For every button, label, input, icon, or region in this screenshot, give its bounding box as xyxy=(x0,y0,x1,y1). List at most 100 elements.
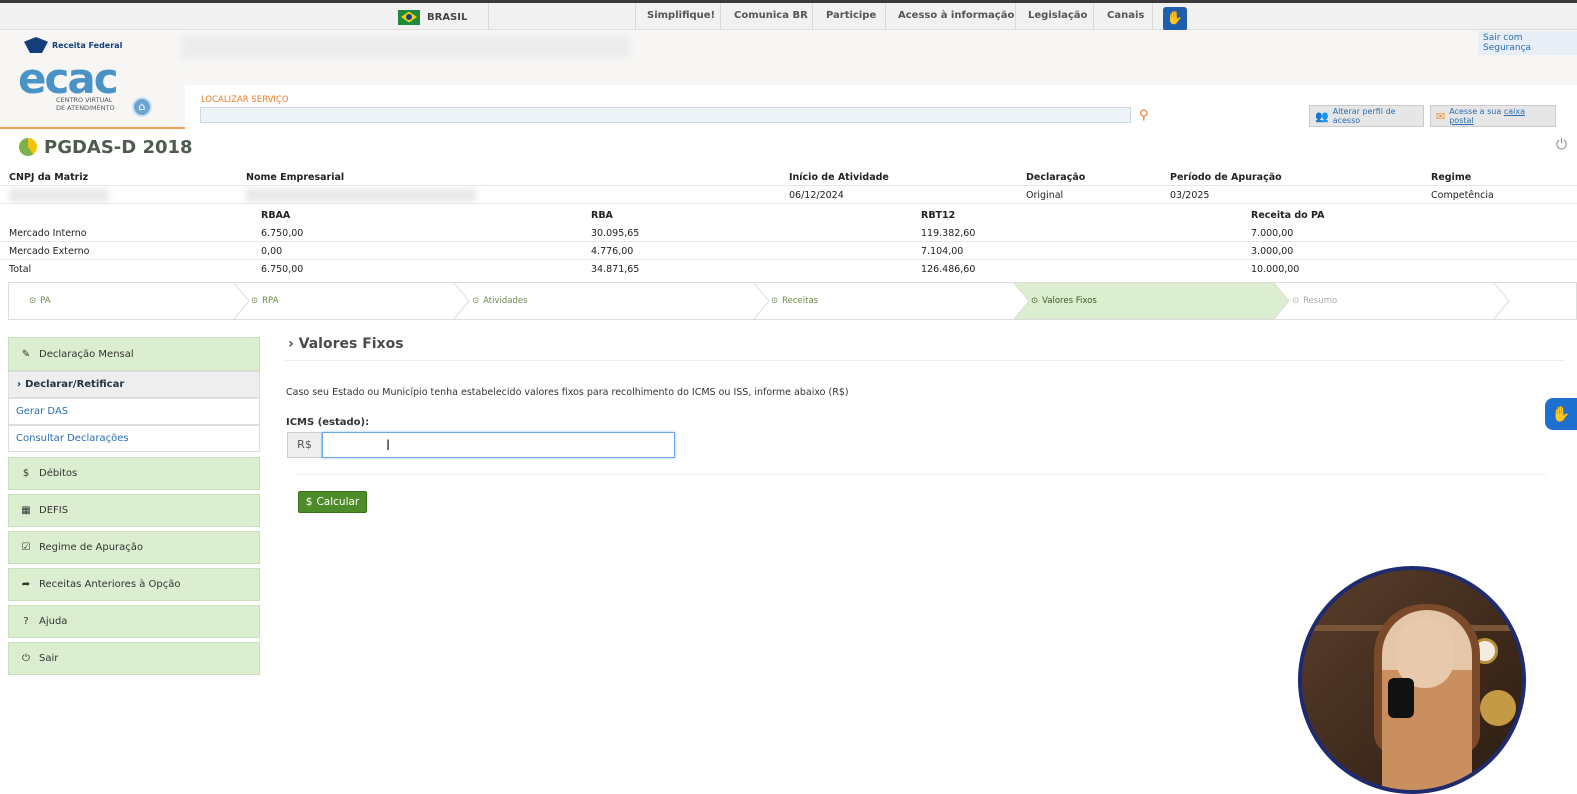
calendar-icon: ▦ xyxy=(21,505,31,516)
revenue-cell: 4.776,00 xyxy=(591,246,634,257)
gov-link-legislacao[interactable]: Legislação xyxy=(1028,10,1087,21)
revenue-cell: 7.104,00 xyxy=(921,246,964,257)
sidebar-sair[interactable]: ⏻ Sair xyxy=(8,642,260,675)
revenue-cell: 126.486,60 xyxy=(921,264,976,275)
declaracao-header: Declaração xyxy=(1026,172,1086,183)
revenue-cell: 6.750,00 xyxy=(261,264,304,275)
gov-link-participe[interactable]: Participe xyxy=(826,10,876,21)
ecac-header: Receita Federal ecac CENTRO VIRTUAL DE AT… xyxy=(0,30,1577,129)
checkbox-icon: ☑ xyxy=(21,542,31,553)
revenue-row-label: Mercado Externo xyxy=(9,246,90,257)
step-check-icon: ⊙ xyxy=(1292,296,1300,306)
sidebar-debitos[interactable]: $ Débitos xyxy=(8,457,260,490)
dollar-icon: $ xyxy=(22,468,30,479)
revenue-cell: 3.000,00 xyxy=(1251,246,1294,257)
rbt12-header: RBT12 xyxy=(921,210,956,221)
sidebar-declaracao-mensal[interactable]: ✎ Declaração Mensal xyxy=(8,337,260,371)
chevron-right-icon: › xyxy=(17,379,22,390)
search-input[interactable] xyxy=(200,107,1131,123)
revenue-cell: 30.095,65 xyxy=(591,228,640,239)
step-valores-fixos[interactable]: ⊙ Valores Fixos xyxy=(1011,283,1097,319)
calculate-button[interactable]: $ Calcular xyxy=(298,491,367,513)
sidebar-receitas-anteriores[interactable]: ➦ Receitas Anteriores à Opção xyxy=(8,568,260,601)
ecac-subtitle: CENTRO VIRTUAL DE ATENDIMENTO xyxy=(56,96,115,112)
sidebar-label: Sair xyxy=(39,653,59,664)
dollar-icon: $ xyxy=(305,496,313,508)
receita-federal-logo: Receita Federal xyxy=(24,37,122,53)
step-pa[interactable]: ⊙ PA xyxy=(9,283,51,319)
icms-input[interactable] xyxy=(322,432,675,458)
divider xyxy=(285,360,1565,361)
periodo-header: Período de Apuração xyxy=(1170,172,1282,183)
revenue-cell: 0,00 xyxy=(261,246,283,257)
share-arrow-icon: ➦ xyxy=(21,579,31,590)
gov-link-comunica[interactable]: Comunica BR xyxy=(734,10,808,21)
gov-separator xyxy=(1152,3,1153,30)
step-check-icon: ⊙ xyxy=(251,296,259,306)
revenue-row: Mercado Externo 0,00 4.776,00 7.104,00 3… xyxy=(0,243,1577,260)
info-header-row: CNPJ da Matriz Nome Empresarial Início d… xyxy=(0,169,1577,186)
sidebar-gerar-das[interactable]: Gerar DAS xyxy=(8,398,260,425)
sidebar-declarar-retificar[interactable]: › Declarar/Retificar xyxy=(8,371,260,398)
mailbox-label: Acesse a sua caixa postal xyxy=(1449,107,1525,125)
revenue-row: Total 6.750,00 34.871,65 126.486,60 10.0… xyxy=(0,261,1577,278)
step-receitas[interactable]: ⊙ Receitas xyxy=(751,283,818,319)
step-check-icon: ⊙ xyxy=(472,296,480,306)
icms-label: ICMS (estado): xyxy=(286,417,370,428)
revenue-cell: 6.750,00 xyxy=(261,228,304,239)
pencil-icon: ✎ xyxy=(21,348,31,360)
revenue-row: Mercado Interno 6.750,00 30.095,65 119.3… xyxy=(0,225,1577,242)
power-icon[interactable]: ⏻ xyxy=(1556,137,1567,153)
redacted-user-info xyxy=(182,36,630,58)
receita-pa-header: Receita do PA xyxy=(1251,210,1325,221)
ecac-logo[interactable]: ecac CENTRO VIRTUAL DE ATENDIMENTO xyxy=(18,54,119,116)
revenue-cell: 7.000,00 xyxy=(1251,228,1294,239)
cnpj-header: CNPJ da Matriz xyxy=(9,172,89,183)
page-title-bar: PGDAS-D 2018 ⏻ xyxy=(0,131,1577,163)
home-icon[interactable]: ⌂ xyxy=(132,97,152,117)
sidebar-defis[interactable]: ▦ DEFIS xyxy=(8,494,260,527)
receita-federal-icon xyxy=(24,37,48,53)
brasil-link[interactable]: BRASIL xyxy=(398,8,467,26)
revenue-cell: 119.382,60 xyxy=(921,228,976,239)
page-title: PGDAS-D 2018 xyxy=(44,137,193,158)
mailbox-button[interactable]: ✉ Acesse a sua caixa postal xyxy=(1430,105,1556,127)
search-icon[interactable]: ⚲ xyxy=(1139,108,1149,123)
revenue-row-label: Total xyxy=(9,264,32,275)
instructions-text: Caso seu Estado ou Município tenha estab… xyxy=(286,387,849,398)
divider xyxy=(296,474,1546,475)
sidebar-regime-apuracao[interactable]: ☑ Regime de Apuração xyxy=(8,531,260,564)
gov-link-simplifique[interactable]: Simplifique! xyxy=(647,10,715,21)
logout-link[interactable]: Sair com Segurança xyxy=(1478,31,1577,55)
text-cursor-icon: I xyxy=(386,438,391,454)
step-resumo[interactable]: ⊙ Resumo xyxy=(1272,283,1337,319)
sidebar-label: Declarar/Retificar xyxy=(25,379,125,390)
sidebar-label: DEFIS xyxy=(39,505,69,516)
sidebar-label: Regime de Apuração xyxy=(39,542,144,553)
accessibility-button[interactable]: ✋ xyxy=(1163,7,1187,31)
hand-talk-button[interactable]: ✋ xyxy=(1545,398,1577,430)
step-atividades[interactable]: ⊙ Atividades xyxy=(452,283,528,319)
redacted-cnpj xyxy=(9,188,109,202)
gov-separator xyxy=(812,3,813,30)
pgdas-icon xyxy=(19,138,37,156)
change-profile-button[interactable]: 👥 Alterar perfil de acesso xyxy=(1309,105,1424,127)
webcam-overlay xyxy=(1298,566,1526,794)
gov-link-canais[interactable]: Canais xyxy=(1107,10,1144,21)
gov-separator xyxy=(720,3,721,30)
sidebar-consultar-declaracoes[interactable]: Consultar Declarações xyxy=(8,425,260,452)
microphone-icon xyxy=(1388,678,1414,718)
power-icon: ⏻ xyxy=(22,653,30,664)
sidebar-ajuda[interactable]: ? Ajuda xyxy=(8,605,260,638)
step-check-icon: ⊙ xyxy=(29,296,37,306)
step-rpa[interactable]: ⊙ RPA xyxy=(231,283,278,319)
revenue-cell: 34.871,65 xyxy=(591,264,640,275)
mail-icon: ✉ xyxy=(1436,109,1446,123)
gov-link-acesso-informacao[interactable]: Acesso à informação xyxy=(898,10,1014,21)
sidebar-label: Débitos xyxy=(39,468,78,479)
step-check-icon: ⊙ xyxy=(1031,296,1039,306)
sidebar-label: Declaração Mensal xyxy=(39,348,134,360)
rbaa-header: RBAA xyxy=(261,210,291,221)
declaracao-value: Original xyxy=(1026,190,1064,201)
globe-image xyxy=(1480,690,1516,726)
